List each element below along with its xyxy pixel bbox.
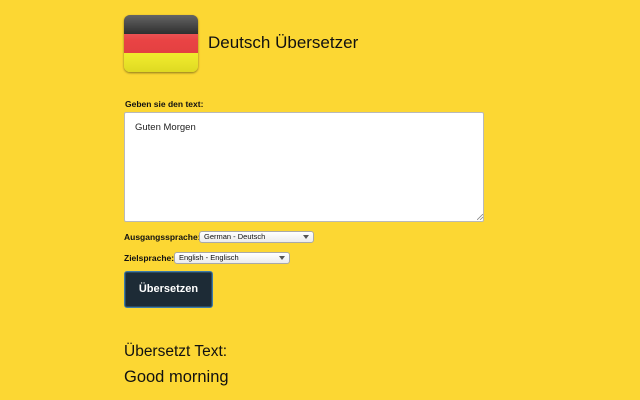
- result-heading: Übersetzt Text:: [124, 343, 228, 360]
- source-text-input[interactable]: Guten Morgen: [124, 112, 484, 222]
- translate-button[interactable]: Übersetzen: [124, 271, 213, 308]
- german-flag-icon: [124, 15, 198, 72]
- target-language-value: English - Englisch: [179, 253, 239, 262]
- source-language-label: Ausgangssprache:: [124, 232, 201, 242]
- resize-handle-icon[interactable]: [477, 214, 483, 220]
- translator-page: Deutsch Übersetzer Geben sie den text: G…: [0, 0, 640, 400]
- chevron-down-icon: [279, 256, 285, 260]
- chevron-down-icon: [303, 235, 309, 239]
- source-language-select[interactable]: German - Deutsch: [199, 231, 314, 243]
- source-language-value: German - Deutsch: [204, 232, 266, 241]
- input-label: Geben sie den text:: [125, 99, 204, 109]
- target-language-select[interactable]: English - Englisch: [174, 252, 290, 264]
- app-title: Deutsch Übersetzer: [208, 33, 359, 52]
- target-language-label: Zielsprache:: [124, 253, 175, 263]
- result-text: Good morning: [124, 368, 229, 386]
